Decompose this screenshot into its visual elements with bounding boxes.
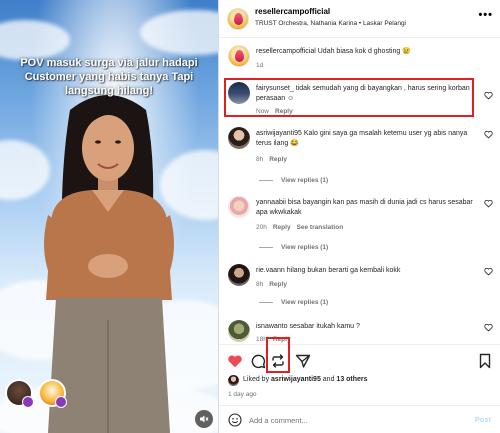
post-date[interactable]: 1 day ago [228,391,257,398]
commenter-avatar[interactable] [228,264,250,286]
comment-meta: Now Reply [256,108,293,115]
author-avatar[interactable] [228,45,250,67]
caption-comment: resellercampofficial Udah biasa kok d gh… [219,45,500,75]
like-comment-heart-icon[interactable] [484,91,493,100]
share-send-icon[interactable] [295,353,311,369]
comment-username[interactable]: resellercampofficial [256,48,316,55]
comment-body: sesabar itukah kamu ? [287,323,360,330]
comment-item: rie.vaann hilang bukan berarti ga kembal… [219,264,500,314]
likes-prefix: Liked by [243,376,272,383]
reply-button[interactable]: Reply [269,281,287,288]
like-comment-heart-icon[interactable] [484,267,493,276]
comment-time[interactable]: 8h [256,156,263,163]
comment-input[interactable] [249,412,449,428]
comment-meta: 8h Reply [256,281,287,288]
reply-button[interactable]: Reply [269,156,287,163]
comment-time[interactable]: 20h [256,224,267,231]
comment-username[interactable]: rie.vaann [256,267,285,274]
comment-text: asriwijayanti95 Kalo gini saya ga msalah… [256,129,478,149]
author-username[interactable]: resellercampofficial [255,7,330,16]
comment-time[interactable]: Now [256,108,269,115]
comment-username[interactable]: yannaabii [256,199,286,206]
post-panel: resellercampofficial TRUST Orchestra, Na… [218,0,500,433]
verified-badge-icon [55,396,67,408]
comments-list[interactable]: resellercampofficial Udah biasa kok d gh… [219,38,500,344]
creator-avatar[interactable] [38,379,67,408]
save-bookmark-icon[interactable] [477,353,493,369]
emoji-icon[interactable] [228,413,242,427]
comment-body: Udah biasa kok d ghosting 😢 [315,48,411,55]
view-replies-button[interactable]: View replies (1) [259,244,328,251]
view-replies-label: View replies (1) [281,244,329,251]
comment-composer: Post [219,405,500,433]
view-replies-label: View replies (1) [281,177,329,184]
comment-time[interactable]: 8h [256,281,263,288]
author-avatar[interactable] [227,8,249,30]
post-actions [219,337,500,374]
mute-button[interactable] [195,410,213,428]
comment-body: hilang bukan berarti ga kembali kokk [284,267,401,274]
repost-icon[interactable] [270,353,286,369]
divider [259,301,273,303]
comment-meta: 20h Reply See translation [256,224,343,231]
others-count-link[interactable]: 13 others [336,376,367,383]
like-comment-heart-icon[interactable] [484,323,493,332]
likes-summary: Liked by asriwijayanti95 and 13 others [219,372,500,388]
comment-text: yannaabii bisa bayangin kan pas masih di… [256,198,478,218]
comment-time[interactable]: 1d [256,62,263,69]
comment-bubble-icon[interactable] [250,353,266,369]
verified-badge-icon [22,396,34,408]
comment-text: isnawanto sesabar itukah kamu ? [256,322,478,332]
divider [259,179,273,181]
speaker-muted-icon [200,415,209,423]
post-header: resellercampofficial TRUST Orchestra, Na… [219,0,500,38]
comment-item: isnawanto sesabar itukah kamu ? 18h Reply [219,320,500,344]
more-options-icon[interactable]: ••• [478,9,493,21]
comment-meta: 1d [256,62,263,69]
comment-item: asriwijayanti95 Kalo gini saya ga msalah… [219,127,500,187]
likes-text: Liked by asriwijayanti95 and 13 others [243,376,368,383]
comment-username[interactable]: asriwijayanti95 [256,130,302,137]
like-comment-heart-icon[interactable] [484,199,493,208]
commenter-avatar[interactable] [228,127,250,149]
see-translation-link[interactable]: See translation [297,224,344,231]
like-comment-heart-icon[interactable] [484,130,493,139]
video-caption: POV masuk surga via jalur hadapi Custome… [20,57,198,97]
view-replies-button[interactable]: View replies (1) [259,177,328,184]
divider [259,246,273,248]
comment-body: bisa bayangin kan pas masih di dunia jad… [256,199,473,216]
comment-text: fairysunset_ tidak semudah yang di bayan… [256,84,478,104]
commenter-avatar[interactable] [228,320,250,342]
commenter-avatar[interactable] [228,196,250,218]
brand-logo-icon [235,50,244,62]
view-replies-label: View replies (1) [281,299,329,306]
reel-video[interactable]: POV masuk surga via jalur hadapi Custome… [0,0,218,433]
commenter-avatar[interactable] [228,82,250,104]
brand-logo-icon [234,13,243,25]
collaborator-avatar[interactable] [5,379,34,408]
post-button[interactable]: Post [475,415,491,424]
comment-username[interactable]: isnawanto [256,323,288,330]
liker-username[interactable]: asriwijayanti95 [271,376,321,383]
comment-item: yannaabii bisa bayangin kan pas masih di… [219,196,500,256]
caption-text: resellercampofficial Udah biasa kok d gh… [256,47,478,57]
view-replies-button[interactable]: View replies (1) [259,299,328,306]
reply-button[interactable]: Reply [275,108,293,115]
like-heart-icon[interactable] [227,353,243,369]
likes-conjunction: and [320,376,337,383]
audio-subtitle[interactable]: TRUST Orchestra, Nathania Karina • Laska… [255,20,406,27]
liker-avatar[interactable] [228,375,239,386]
comment-item: fairysunset_ tidak semudah yang di bayan… [219,82,500,116]
comment-username[interactable]: fairysunset_ [256,85,294,92]
comment-text: rie.vaann hilang bukan berarti ga kembal… [256,266,478,276]
comment-meta: 8h Reply [256,156,287,163]
reply-button[interactable]: Reply [273,224,291,231]
